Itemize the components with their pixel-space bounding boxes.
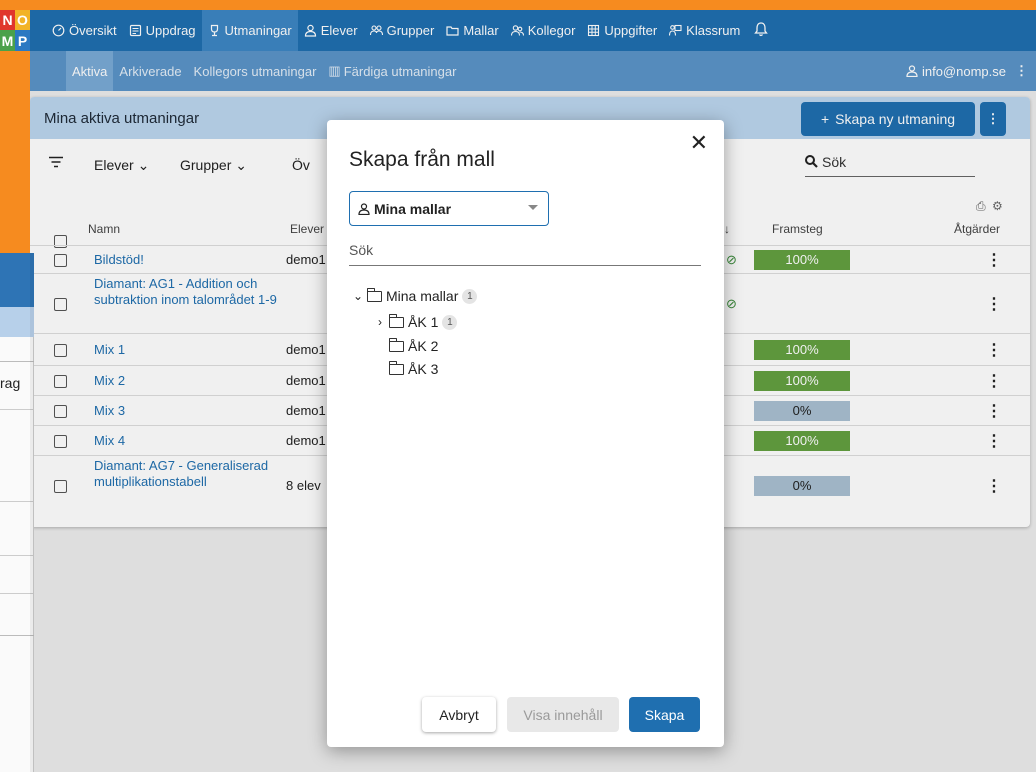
template-search-input[interactable]: Sök <box>349 242 701 266</box>
folder-icon <box>366 287 382 302</box>
background-window-sliver: rag <box>0 253 34 772</box>
create-button[interactable]: Skapa <box>629 697 700 732</box>
tree-node-ak2-label: ÅK 2 <box>408 338 439 354</box>
logo-letter-p: P <box>15 30 30 51</box>
logo-letter-n: N <box>0 10 15 30</box>
folder-icon <box>388 337 404 352</box>
tree-node-ak1-label: ÅK 1 <box>408 314 439 330</box>
sliver-text: rag <box>0 375 21 391</box>
dialog-title: Skapa från mall <box>349 148 495 171</box>
tree-node-ak2[interactable]: ÅK 2 <box>388 337 439 354</box>
close-icon[interactable]: ✕ <box>690 130 708 156</box>
chevron-down-icon <box>528 205 538 210</box>
logo-letter-o: O <box>15 10 30 30</box>
template-source-value: Mina mallar <box>374 200 452 217</box>
tree-node-root-count: 1 <box>462 288 478 304</box>
chevron-down-icon[interactable]: ⌄ <box>353 289 363 303</box>
person-icon <box>358 202 370 215</box>
tree-node-ak3[interactable]: ÅK 3 <box>388 360 439 377</box>
folder-icon <box>388 313 404 328</box>
create-from-template-dialog: Skapa från mall ✕ Mina mallar Sök ⌄ Mina… <box>327 120 724 747</box>
tree-node-ak1[interactable]: › ÅK 1 1 <box>375 313 458 330</box>
cancel-button[interactable]: Avbryt <box>422 697 496 732</box>
tree-node-ak3-label: ÅK 3 <box>408 361 439 377</box>
tree-node-root[interactable]: ⌄ Mina mallar 1 <box>353 287 478 304</box>
chevron-right-icon[interactable]: › <box>375 315 385 329</box>
tree-node-root-label: Mina mallar <box>386 288 459 304</box>
logo-letter-m: M <box>0 30 15 51</box>
template-source-select[interactable]: Mina mallar <box>349 191 549 226</box>
tree-node-ak1-count: 1 <box>442 314 458 330</box>
nomp-logo[interactable]: N O M P <box>0 10 30 51</box>
view-content-button: Visa innehåll <box>507 697 619 732</box>
folder-icon <box>388 360 404 375</box>
template-search-placeholder: Sök <box>349 242 374 258</box>
